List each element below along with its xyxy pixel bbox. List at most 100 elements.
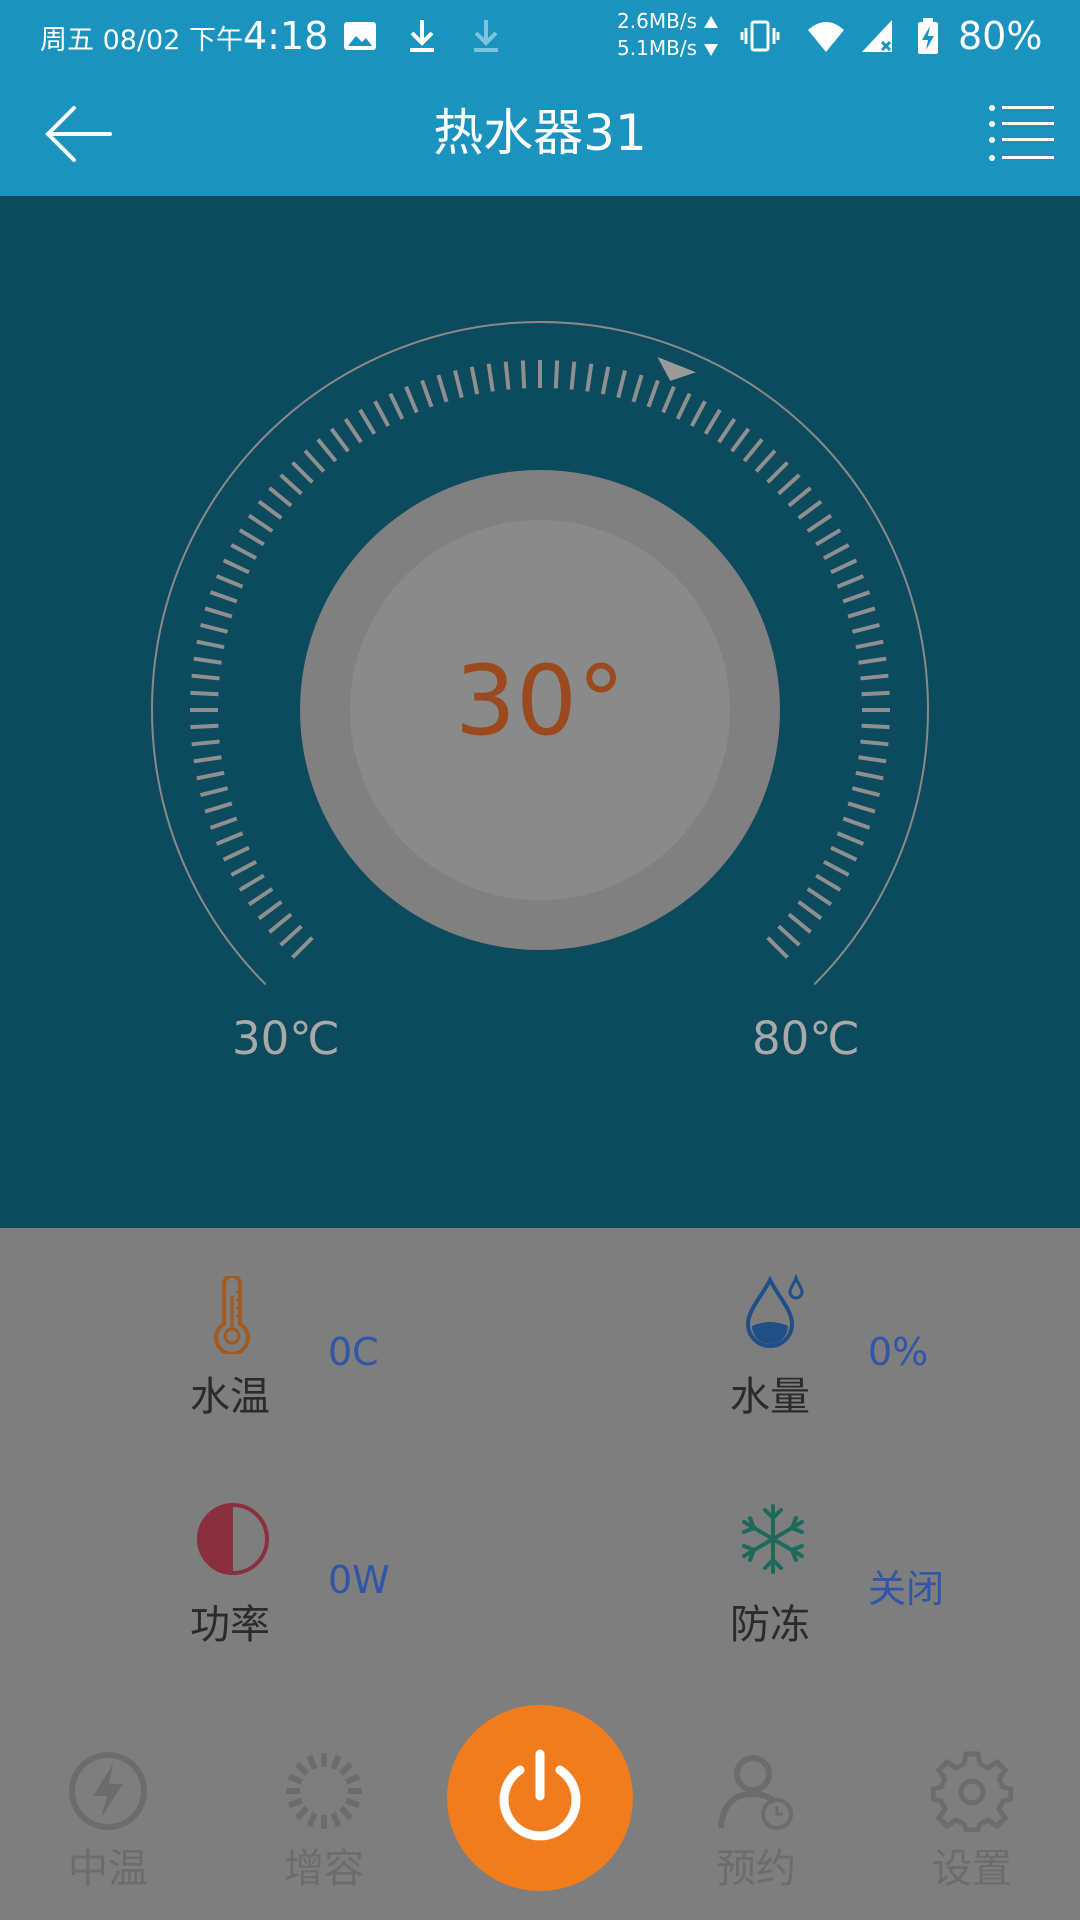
dial-tick [675, 392, 692, 420]
dial-tick [204, 606, 233, 619]
dial-tick [777, 924, 801, 947]
dial-tick [842, 590, 871, 604]
antifreeze-label: 防冻 [730, 1602, 810, 1648]
dial-tick [836, 831, 865, 846]
dial-tick [291, 936, 314, 959]
user-clock-icon [718, 1755, 793, 1830]
spinner-segment [306, 1754, 318, 1770]
dial-tick [815, 873, 842, 892]
dial-tick [190, 723, 219, 730]
half-circle-icon [197, 1503, 269, 1575]
spinner-segment [338, 1805, 353, 1820]
dial-tick [420, 379, 434, 408]
spinner-segment [287, 1773, 303, 1785]
lightning-icon [69, 1752, 147, 1830]
dial-tick [209, 816, 238, 830]
dial-tick [230, 543, 257, 560]
dial-tick [200, 786, 229, 797]
dial-tick [855, 639, 884, 650]
dial-indicator[interactable] [657, 357, 697, 381]
dial-tick [453, 370, 464, 399]
app-bar: 热水器31 [0, 72, 1080, 196]
power-value: 0W [328, 1558, 390, 1602]
dial-tick [222, 845, 250, 862]
dial-tick [851, 623, 880, 634]
dial-tick [823, 860, 850, 877]
thermometer-icon [214, 1276, 250, 1354]
dial-tick [388, 392, 405, 420]
menu-list-icon[interactable] [988, 102, 1054, 164]
power-icon [499, 1749, 581, 1841]
dial-tick [404, 385, 419, 414]
dial-tick [222, 558, 250, 575]
dial-tick [766, 936, 789, 959]
spinner-icon [286, 1753, 362, 1829]
dial-tick [215, 574, 244, 589]
dial-tick [291, 461, 314, 484]
spinner-segment [338, 1762, 353, 1777]
nav-item-schedule[interactable]: 预约 [686, 1750, 826, 1894]
dial-tick [303, 449, 326, 473]
dial-tick [503, 361, 511, 390]
dial-tick [631, 374, 644, 403]
dial-tick [268, 912, 293, 934]
dial-tick [787, 486, 812, 508]
download-icon [474, 20, 498, 52]
dial-tick [600, 366, 611, 395]
dial-tick [316, 438, 338, 463]
temperature-dial-panel: 30° 30℃ 80℃ [0, 196, 1080, 1228]
spinner-segment [345, 1773, 361, 1785]
dial-tick [257, 900, 283, 921]
dial-tick [279, 924, 303, 947]
dial-tick [787, 912, 812, 934]
dial-tick [553, 360, 560, 389]
snowflake-icon [742, 1504, 804, 1574]
dial-tick [847, 606, 876, 619]
page-title: 热水器31 [433, 104, 647, 162]
dial-tick [373, 400, 390, 427]
dial-tick [358, 408, 377, 435]
gear-icon [931, 1751, 1013, 1832]
antifreeze-value: 关闭 [868, 1567, 945, 1611]
spinner-segment [330, 1754, 342, 1770]
nav-item-settings[interactable]: 设置 [902, 1750, 1042, 1894]
spinner-segment [295, 1762, 310, 1777]
dial-tick [861, 723, 890, 730]
dial-tick [200, 623, 229, 634]
dial-tick [329, 427, 350, 453]
spinner-segment [345, 1797, 361, 1809]
dial-tick [193, 755, 222, 764]
nav-item-capacity[interactable]: 增容 [254, 1750, 394, 1894]
dial-tick [830, 558, 858, 575]
dial-tick [196, 770, 225, 781]
dial-tick [797, 900, 823, 921]
dial-tick [858, 755, 887, 764]
dial-tick [238, 873, 265, 892]
dial-tick [836, 574, 865, 589]
dial-tick [815, 528, 842, 547]
vibrate-icon [740, 20, 780, 52]
dial-tick [847, 801, 876, 814]
dial-tick [858, 656, 887, 665]
spinner-segment [295, 1805, 310, 1820]
spinner-segment [330, 1812, 342, 1828]
nav-label-schedule: 预约 [716, 1846, 796, 1892]
nav-label-medium-temp: 中温 [68, 1846, 148, 1892]
status-ampm: 下午 [189, 25, 243, 56]
current-temperature: 30° [454, 645, 626, 757]
power-button[interactable] [447, 1705, 633, 1891]
water-level-value: 0% [868, 1330, 929, 1374]
nav-item-medium-temp[interactable]: 中温 [38, 1750, 178, 1894]
dial-tick [520, 360, 527, 389]
max-temperature-label: 80℃ [752, 1012, 860, 1065]
dial-tick [257, 499, 283, 520]
status-bar: 周五 08/02 下午4:18 2.6MB/s 5.1MB/s 80% [0, 0, 1080, 72]
dial-tick [486, 363, 495, 392]
signal-icon [862, 20, 892, 52]
spinner-segment [306, 1812, 318, 1828]
download-icon [410, 20, 434, 52]
dial-tick [209, 590, 238, 604]
dial-tick [730, 427, 751, 453]
dial-tick [690, 400, 707, 427]
status-time: 4:18 [243, 14, 329, 58]
